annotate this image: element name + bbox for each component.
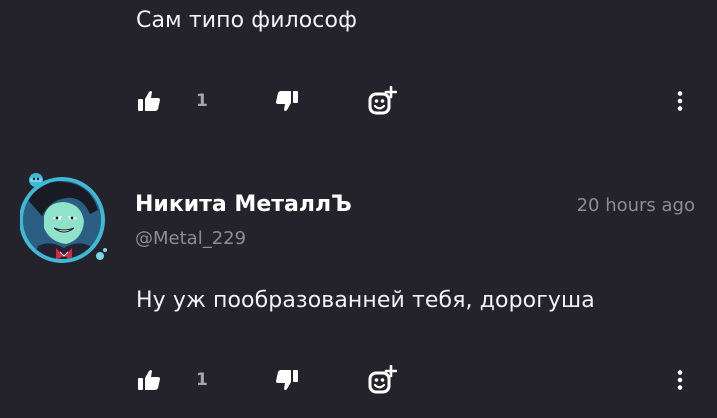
- comment-actions: 1: [0, 86, 717, 116]
- more-options-button[interactable]: [668, 86, 692, 116]
- author-name[interactable]: Никита МеталлЪ: [135, 192, 352, 217]
- thumbs-up-icon: [138, 91, 160, 111]
- add-reaction-icon: [368, 365, 397, 394]
- thumbs-up-icon: [138, 370, 160, 390]
- comment-text: Ну уж пообразованней тебя, дорогуша: [136, 288, 595, 313]
- more-options-button[interactable]: [668, 365, 692, 395]
- add-reaction-button[interactable]: [366, 86, 398, 116]
- more-vertical-icon: [677, 370, 683, 390]
- like-count: 1: [196, 370, 208, 390]
- add-reaction-button[interactable]: [366, 365, 398, 395]
- like-button[interactable]: [134, 365, 164, 395]
- dislike-button[interactable]: [272, 86, 302, 116]
- like-button[interactable]: [134, 86, 164, 116]
- more-vertical-icon: [677, 91, 683, 111]
- author-handle[interactable]: @Metal_229: [135, 228, 246, 249]
- comment-actions: 1: [0, 365, 717, 395]
- comment-timestamp: 20 hours ago: [576, 195, 695, 216]
- avatar[interactable]: [19, 170, 120, 270]
- comment-text: Сам типо философ: [136, 8, 357, 33]
- add-reaction-icon: [368, 86, 397, 115]
- thumbs-down-icon: [276, 91, 298, 111]
- thumbs-down-icon: [276, 370, 298, 390]
- avatar-image: [19, 173, 107, 263]
- like-count: 1: [196, 91, 208, 111]
- dislike-button[interactable]: [272, 365, 302, 395]
